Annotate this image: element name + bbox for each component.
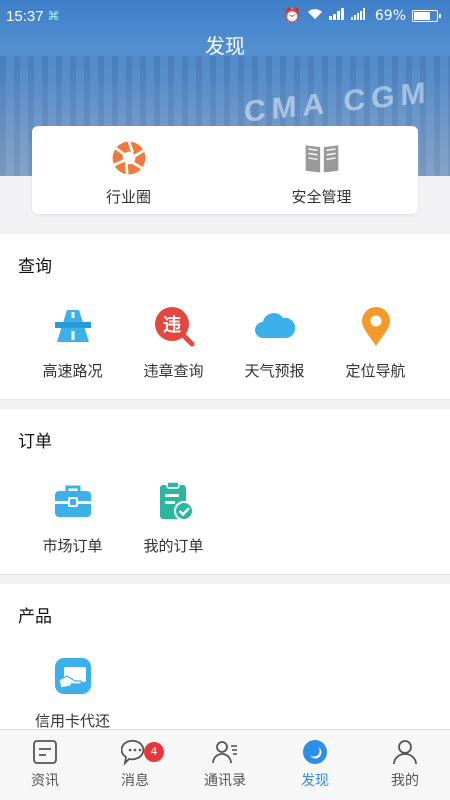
orders-section: 订单 市场订单 我的订单 bbox=[0, 409, 450, 575]
battery-percent: 69% bbox=[374, 8, 406, 24]
highway-status-button[interactable]: 高速路况 bbox=[22, 304, 123, 381]
highway-icon bbox=[54, 310, 91, 342]
credit-card-repay-button[interactable]: 信用卡代还 bbox=[22, 654, 123, 731]
news-icon bbox=[33, 740, 57, 764]
my-orders-button[interactable]: 我的订单 bbox=[123, 479, 224, 556]
safety-management-label: 安全管理 bbox=[291, 188, 352, 206]
orders-grid: 市场订单 我的订单 bbox=[0, 479, 450, 556]
violation-query-label: 违章查询 bbox=[143, 362, 204, 380]
orders-section-title: 订单 bbox=[18, 432, 52, 452]
tab-profile-label: 我的 bbox=[391, 773, 419, 789]
violation-query-button[interactable]: 违 违章查询 bbox=[123, 304, 224, 381]
signal-icon bbox=[328, 8, 345, 24]
status-bar: 15:37 ⌘ ⏰ 69% bbox=[0, 0, 450, 32]
signal-2-icon bbox=[350, 8, 369, 24]
products-section-title: 产品 bbox=[18, 607, 52, 627]
location-navigation-label: 定位导航 bbox=[345, 362, 406, 380]
industry-circle-button[interactable]: 行业圈 bbox=[32, 126, 225, 214]
profile-icon bbox=[393, 740, 417, 765]
violation-search-icon: 违 bbox=[154, 307, 194, 347]
discover-icon bbox=[303, 740, 327, 764]
briefcase-icon bbox=[54, 485, 91, 517]
location-pin-icon bbox=[361, 307, 390, 346]
aperture-icon bbox=[112, 141, 145, 175]
query-section-title: 查询 bbox=[18, 257, 52, 277]
products-section: 产品 信用卡代还 bbox=[0, 584, 450, 730]
credit-card-repay-label: 信用卡代还 bbox=[34, 712, 110, 730]
tab-profile[interactable]: 我的 bbox=[360, 730, 450, 800]
contacts-icon bbox=[212, 741, 237, 764]
book-icon bbox=[305, 145, 338, 173]
battery-icon bbox=[412, 10, 441, 22]
my-orders-label: 我的订单 bbox=[143, 537, 204, 555]
credit-card-hand-icon bbox=[54, 658, 91, 694]
market-orders-button[interactable]: 市场订单 bbox=[22, 479, 123, 556]
query-section: 查询 高速路况 违 违章查询 天气预报 定位导航 bbox=[0, 234, 450, 400]
weather-forecast-label: 天气预报 bbox=[244, 362, 305, 380]
market-orders-label: 市场订单 bbox=[42, 537, 103, 555]
query-grid: 高速路况 违 违章查询 天气预报 定位导航 bbox=[0, 304, 450, 381]
svg-text:违: 违 bbox=[163, 314, 181, 336]
status-time: 15:37 bbox=[6, 7, 44, 25]
wifi-icon bbox=[307, 8, 323, 24]
status-right: ⏰ 69% bbox=[283, 8, 441, 24]
bottom-tab-bar: 资讯 4 消息 通讯录 发现 我的 bbox=[0, 729, 450, 800]
location-navigation-button[interactable]: 定位导航 bbox=[325, 304, 426, 381]
top-card: 行业圈 安全管理 bbox=[32, 126, 418, 214]
tab-news-label: 资讯 bbox=[31, 773, 59, 789]
highway-status-label: 高速路况 bbox=[42, 362, 103, 380]
alarm-icon: ⏰ bbox=[283, 8, 301, 24]
app-notification-icon: ⌘ bbox=[47, 9, 60, 23]
clipboard-check-icon bbox=[159, 481, 194, 521]
tab-messages-label: 消息 bbox=[121, 773, 149, 789]
cloud-icon bbox=[254, 313, 295, 338]
tab-messages[interactable]: 4 消息 bbox=[90, 730, 180, 800]
safety-management-button[interactable]: 安全管理 bbox=[225, 126, 418, 214]
weather-forecast-button[interactable]: 天气预报 bbox=[224, 304, 325, 381]
messages-badge: 4 bbox=[144, 742, 164, 762]
tab-news[interactable]: 资讯 bbox=[0, 730, 90, 800]
tab-discover[interactable]: 发现 bbox=[270, 730, 360, 800]
industry-circle-label: 行业圈 bbox=[105, 188, 151, 206]
products-grid: 信用卡代还 bbox=[0, 654, 450, 731]
tab-contacts-label: 通讯录 bbox=[204, 773, 246, 789]
tab-contacts[interactable]: 通讯录 bbox=[180, 730, 270, 800]
tab-discover-label: 发现 bbox=[301, 773, 329, 789]
page-title: 发现 bbox=[205, 34, 245, 58]
